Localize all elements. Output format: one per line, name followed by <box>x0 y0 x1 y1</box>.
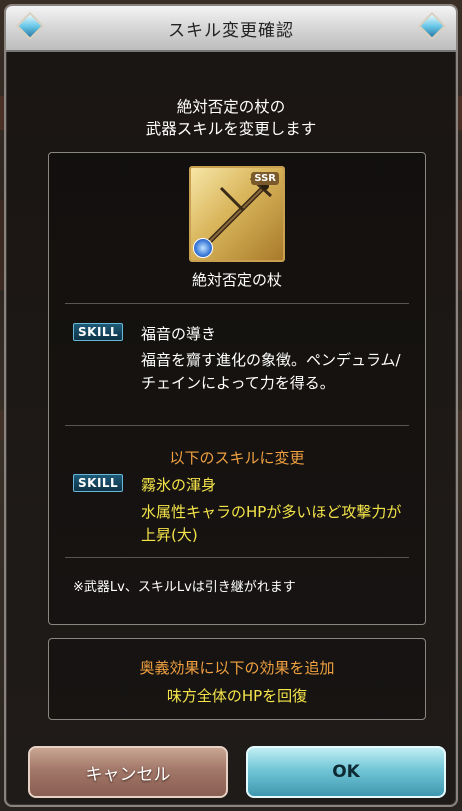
cancel-button[interactable]: キャンセル <box>28 746 228 798</box>
divider <box>65 303 409 304</box>
skill-badge: SKILL <box>73 474 124 492</box>
ougi-title: 奥義効果に以下の効果を追加 <box>139 659 335 677</box>
divider <box>65 557 409 558</box>
current-skill-name: 福音の導き <box>141 325 217 343</box>
change-label: 以下のスキルに変更 <box>169 449 305 467</box>
gem-ornament-icon <box>417 11 447 41</box>
water-element-icon <box>193 238 213 258</box>
new-skill-description: 水属性キャラのHPが多いほど攻撃力が上昇(大) <box>141 503 402 544</box>
header-line-2: 武器スキルを変更します <box>145 120 317 138</box>
gem-ornament-icon <box>15 11 45 41</box>
header-line-1: 絶対否定の杖の <box>176 98 286 116</box>
ougi-effect: 味方全体のHPを回復 <box>166 687 308 705</box>
carryover-note: ※武器Lv、スキルLvは引き継がれます <box>73 580 296 595</box>
divider <box>65 425 409 426</box>
rarity-badge: SSR <box>251 172 279 185</box>
dialog-header: 絶対否定の杖の 武器スキルを変更します <box>6 96 456 140</box>
ougi-panel: 奥義効果に以下の効果を追加 味方全体のHPを回復 <box>48 638 426 720</box>
skill-change-dialog: スキル変更確認 絶対否定の杖の 武器スキルを変更します SSR 絶対否定の杖 S… <box>4 4 458 807</box>
weapon-name: 絶対否定の杖 <box>191 271 282 289</box>
weapon-thumbnail: SSR <box>189 166 285 262</box>
dialog-titlebar: スキル変更確認 <box>6 6 456 52</box>
skill-panel: SSR 絶対否定の杖 SKILL 福音の導き 福音を齎す進化の象徴。ペンデュラム… <box>48 152 426 625</box>
current-skill-description: 福音を齎す進化の象徴。ペンデュラム/チェインによって力を得る。 <box>141 351 401 392</box>
ok-button[interactable]: OK <box>246 746 446 798</box>
new-skill-name: 霧氷の渾身 <box>141 476 217 494</box>
skill-badge: SKILL <box>73 323 124 341</box>
dialog-title: スキル変更確認 <box>168 20 294 41</box>
